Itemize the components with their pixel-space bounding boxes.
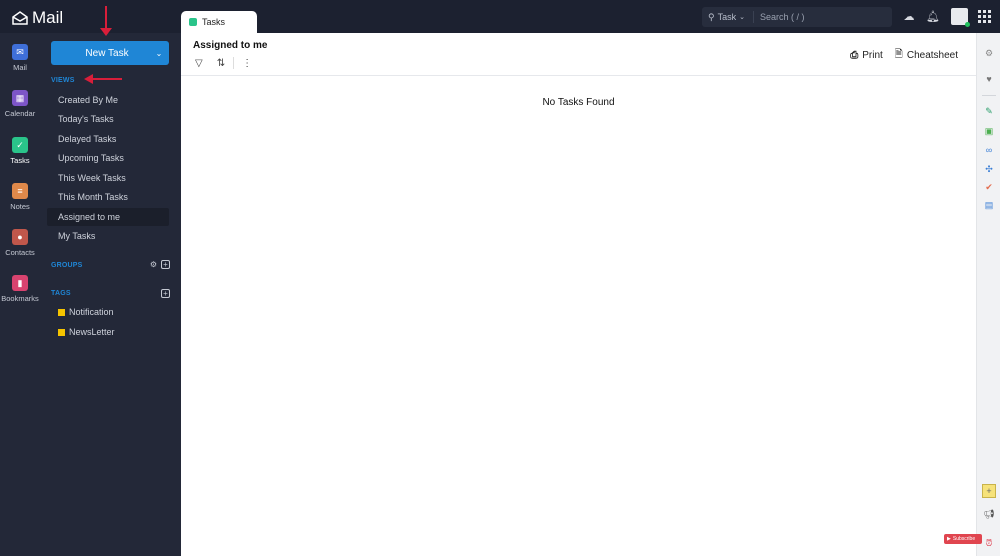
group-settings-icon[interactable]: ⚙ <box>150 260 157 269</box>
printer-icon: ⎙ <box>850 50 859 61</box>
annotation-arrowhead-left <box>84 74 93 84</box>
tab-tasks[interactable]: Tasks <box>181 11 257 33</box>
annotation-arrow-left <box>92 78 122 80</box>
cheatsheet-label: Cheatsheet <box>906 50 958 61</box>
alarm-icon[interactable]: ⏰︎ <box>982 536 996 550</box>
tags-heading: TAGS <box>51 290 71 297</box>
chevron-down-icon: ⌄ <box>739 14 745 21</box>
annotation-arrowhead-down <box>100 28 112 36</box>
sort-icon[interactable]: ⇅ <box>217 58 225 69</box>
view-my-tasks[interactable]: My Tasks <box>47 227 169 245</box>
user-avatar[interactable] <box>951 8 970 27</box>
view-created-by-me[interactable]: Created By Me <box>47 91 169 109</box>
view-this-month-tasks[interactable]: This Month Tasks <box>47 188 169 206</box>
toolbar-divider <box>233 57 235 69</box>
app-logo[interactable]: Mail <box>12 8 63 28</box>
view-this-week-tasks[interactable]: This Week Tasks <box>47 169 169 187</box>
app-switcher: ✉ Mail ▦ Calendar ✓ Tasks ≡ Notes ● Cont… <box>0 33 40 556</box>
bell-icon[interactable]: 🔔︎ <box>921 10 945 23</box>
top-bar: Mail Tasks ⚲ Task ⌄ Search ( / ) ☁ 🔔︎ <box>0 0 1000 33</box>
view-upcoming-tasks[interactable]: Upcoming Tasks <box>47 149 169 167</box>
notes-icon: ≡ <box>12 183 28 199</box>
app-label: Mail <box>13 63 27 72</box>
app-notes[interactable]: ≡ Notes <box>0 183 40 211</box>
print-button[interactable]: ⎙ Print <box>850 47 883 64</box>
page-title: Assigned to me <box>193 40 268 51</box>
tasks-tab-icon <box>189 18 197 26</box>
chart-folder-icon[interactable]: ▤ <box>982 198 996 212</box>
tag-color-swatch <box>58 328 65 336</box>
search-bar[interactable]: ⚲ Task ⌄ Search ( / ) <box>702 7 892 27</box>
heart-icon[interactable]: ♥ <box>982 72 996 86</box>
tab-label: Tasks <box>202 17 226 27</box>
sticky-note-icon[interactable]: + <box>982 484 996 498</box>
app-contacts[interactable]: ● Contacts <box>0 229 40 257</box>
puzzle-icon[interactable]: ✣ <box>982 162 996 176</box>
bookmark-icon: ▮ <box>12 275 28 291</box>
views-heading: VIEWS <box>51 77 75 84</box>
empty-state-message: No Tasks Found <box>542 97 615 108</box>
calendar-icon: ▦ <box>12 90 28 106</box>
task-list-header: Assigned to me ▽ ⇅ ⋮ ⎙ Print 🗎︎ Cheatsheet <box>181 33 976 76</box>
app-grid-icon[interactable] <box>978 9 992 24</box>
cloud-icon[interactable]: ☁ <box>897 10 921 23</box>
app-calendar[interactable]: ▦ Calendar <box>0 90 40 118</box>
subscribe-label: Subscribe <box>952 536 976 542</box>
check-icon: ✓ <box>12 137 28 153</box>
announcement-icon[interactable]: 📢︎ <box>982 507 996 521</box>
rail-divider <box>982 95 996 96</box>
mail-logo-icon <box>12 11 28 25</box>
search-scope-dropdown[interactable]: ⚲ Task ⌄ <box>702 11 754 23</box>
search-icon: ⚲ <box>708 11 715 22</box>
new-task-button[interactable]: New Task ⌄ <box>51 41 169 65</box>
task-list-pane: Assigned to me ▽ ⇅ ⋮ ⎙ Print 🗎︎ Cheatsheet… <box>181 33 976 556</box>
view-todays-tasks[interactable]: Today's Tasks <box>47 110 169 128</box>
search-scope-label: Task <box>717 12 737 22</box>
app-label: Tasks <box>10 156 30 165</box>
tag-color-swatch <box>58 308 65 316</box>
subscribe-button[interactable]: ▶ Subscribe <box>944 534 982 544</box>
online-status-dot <box>965 22 970 27</box>
tasks-sidebar: New Task ⌄ VIEWS Created By Me Today's T… <box>40 33 180 556</box>
checklist-icon[interactable]: ✔ <box>982 180 996 194</box>
tag-notification[interactable]: Notification <box>58 307 114 317</box>
view-delayed-tasks[interactable]: Delayed Tasks <box>47 130 169 148</box>
filter-icon[interactable]: ▽ <box>195 58 203 69</box>
right-integrations-rail: ⚙ ♥ ✎ ▣ ∞ ✣ ✔ ▤ + 📢︎ ⏰︎ <box>976 33 1000 556</box>
groups-heading: GROUPS <box>51 262 83 269</box>
tag-newsletter[interactable]: NewsLetter <box>58 327 115 337</box>
app-label: Calendar <box>4 109 36 118</box>
cheatsheet-button[interactable]: 🗎︎ Cheatsheet <box>895 47 958 64</box>
integration-icon[interactable]: ▣ <box>982 124 996 138</box>
print-label: Print <box>862 50 883 61</box>
app-label: Notes <box>10 202 30 211</box>
search-input[interactable]: Search ( / ) <box>754 12 805 22</box>
app-mail[interactable]: ✉ Mail <box>0 44 40 72</box>
chevron-down-icon[interactable]: ⌄ <box>149 49 169 58</box>
app-label: Bookmarks <box>1 294 39 303</box>
view-assigned-to-me[interactable]: Assigned to me <box>47 208 169 226</box>
new-task-label: New Task <box>85 47 129 59</box>
mail-icon: ✉ <box>12 44 28 60</box>
play-icon: ▶ <box>947 536 951 542</box>
pin-icon[interactable]: ✎ <box>982 104 996 118</box>
app-tasks[interactable]: ✓ Tasks <box>0 137 40 165</box>
app-label: Contacts <box>5 248 35 257</box>
add-group-icon[interactable]: + <box>161 260 170 269</box>
contact-icon: ● <box>12 229 28 245</box>
tag-label: Notification <box>69 307 114 317</box>
app-name: Mail <box>32 8 64 27</box>
document-icon: 🗎︎ <box>894 49 903 60</box>
link-icon[interactable]: ∞ <box>982 143 996 157</box>
more-options-icon[interactable]: ⋮ <box>242 58 252 69</box>
tag-label: NewsLetter <box>69 327 115 337</box>
add-tag-icon[interactable]: + <box>161 289 170 298</box>
settings-icon[interactable]: ⚙ <box>982 46 996 60</box>
app-bookmarks[interactable]: ▮ Bookmarks <box>0 275 40 303</box>
